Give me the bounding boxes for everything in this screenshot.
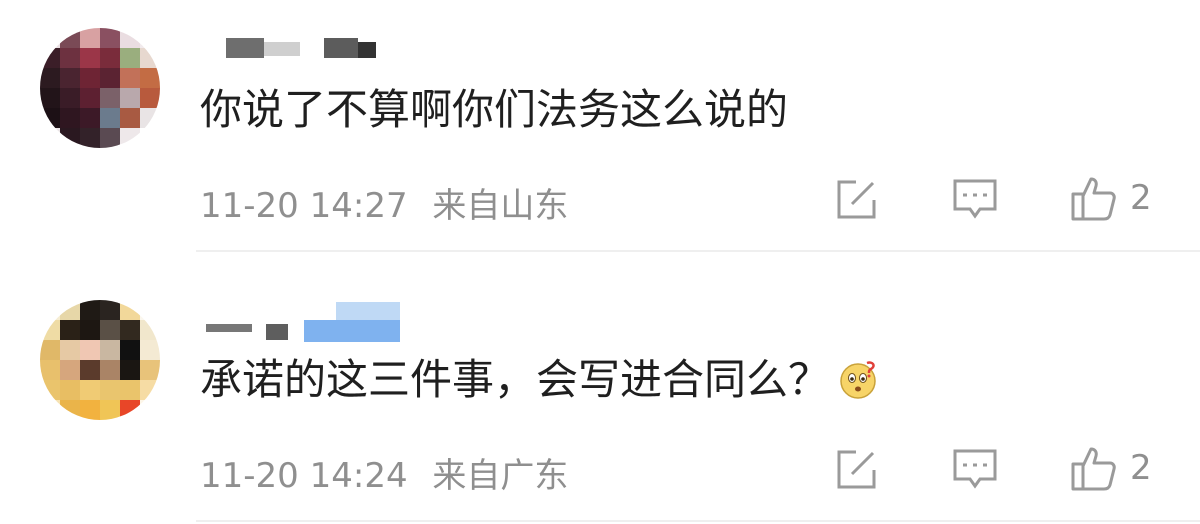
avatar[interactable] (40, 28, 160, 148)
like-button[interactable]: 2 (1070, 444, 1152, 492)
comment-location: 来自广东 (432, 456, 569, 496)
comment-date: 11-20 14:24 (200, 456, 408, 496)
comment-icon (953, 179, 997, 219)
reply-button[interactable] (952, 178, 998, 222)
username-redacted[interactable] (206, 302, 406, 342)
comment-meta: 11-20 14:27 来自山东 (200, 178, 568, 227)
thumbs-up-icon (1071, 177, 1116, 221)
like-count: 2 (1130, 448, 1152, 488)
comment-meta: 11-20 14:24 来自广东 (200, 448, 568, 497)
reply-button[interactable] (952, 448, 998, 492)
comment-icon (953, 449, 997, 489)
like-count: 2 (1130, 178, 1152, 218)
divider (196, 520, 1200, 522)
username-redacted[interactable] (226, 38, 386, 60)
thumbs-up-icon (1071, 447, 1116, 491)
comment-text-content: 承诺的这三件事，会写进合同么？ (200, 355, 831, 404)
comment-date: 11-20 14:27 (200, 186, 408, 226)
comment-item: 你说了不算啊你们法务这么说的 11-20 14:27 来自山东 2 (0, 0, 1200, 252)
edit-icon (837, 450, 876, 489)
edit-icon (837, 180, 876, 219)
confused-face-emoji (840, 361, 876, 399)
edit-button[interactable] (834, 448, 878, 492)
comment-text: 你说了不算啊你们法务这么说的 (200, 85, 789, 134)
comment-text: 承诺的这三件事，会写进合同么？ (200, 352, 878, 408)
comment-item: 承诺的这三件事，会写进合同么？ 11-20 14:24 来自广东 2 (0, 252, 1200, 524)
like-button[interactable]: 2 (1070, 174, 1152, 222)
edit-button[interactable] (834, 178, 878, 222)
comment-location: 来自山东 (432, 186, 569, 226)
avatar[interactable] (40, 300, 160, 420)
